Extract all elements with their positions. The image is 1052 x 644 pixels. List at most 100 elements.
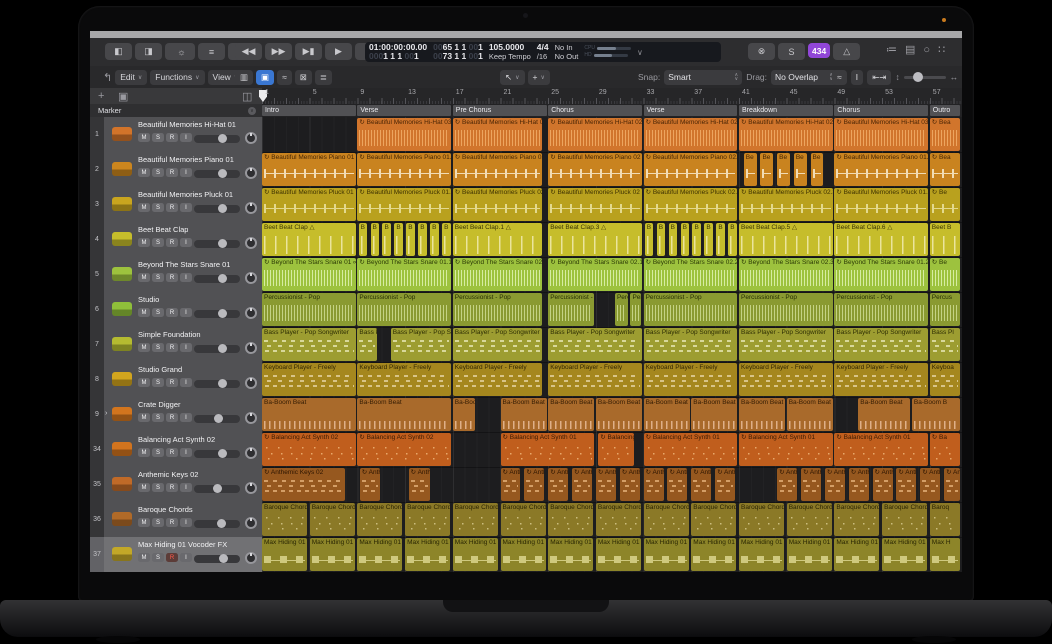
region[interactable]: Max Hiding 01 V: [787, 538, 832, 571]
region[interactable]: ↻ An: [944, 468, 960, 501]
region[interactable]: ↻ Beyond The Stars Snare 02.2: [644, 258, 738, 291]
region[interactable]: Percussionist - P: [548, 293, 594, 326]
region[interactable]: ↻ Anthe: [667, 468, 687, 501]
region[interactable]: Beet Beat Clap.1 △: [453, 223, 542, 256]
region[interactable]: Baroque Chords: [882, 503, 927, 536]
track-lane-2[interactable]: ↻ Beautiful Memories Piano 01↻ Beautiful…: [262, 152, 962, 188]
region[interactable]: ↻ Beyond The Stars Snare 01.2: [834, 258, 928, 291]
pan-knob[interactable]: [245, 342, 257, 354]
mute-button[interactable]: M: [138, 343, 150, 352]
record-enable-button[interactable]: R: [166, 238, 178, 247]
region[interactable]: ↻ Beautiful Memories Piano 02.2: [644, 153, 738, 186]
note-pads-icon[interactable]: ▤: [905, 43, 915, 56]
track-header-2[interactable]: 2Beautiful Memories Piano 01MSRI: [90, 152, 262, 188]
track-lane-35[interactable]: ↻ Anthemic Keys 02↻ Anthe↻ Anthe↻ Anthe↻…: [262, 467, 962, 503]
region[interactable]: Keyboard Player - Freely: [453, 363, 542, 396]
solo-button[interactable]: S: [152, 483, 164, 492]
region[interactable]: Max Hiding 01 V: [739, 538, 784, 571]
input-monitor-button[interactable]: I: [180, 448, 192, 457]
region[interactable]: Percus: [930, 293, 961, 326]
mute-button[interactable]: M: [138, 168, 150, 177]
region[interactable]: Max Hiding 01 V: [453, 538, 498, 571]
region[interactable]: ↻ Anthe: [825, 468, 845, 501]
pan-knob[interactable]: [245, 167, 257, 179]
record-enable-button[interactable]: R: [166, 203, 178, 212]
track-lane-1[interactable]: ↻ Beautiful Memories Hi-Hat 03.1↻ Beauti…: [262, 117, 962, 153]
region[interactable]: Ba-Boom Beat: [739, 398, 785, 431]
region[interactable]: Ba-Boom Beat: [644, 398, 690, 431]
region[interactable]: Max Hiding 01 V: [405, 538, 450, 571]
region[interactable]: Percussionist - Pop: [834, 293, 928, 326]
play-button[interactable]: ▶: [325, 43, 352, 60]
arrangement-marker-verse[interactable]: Verse: [357, 105, 451, 117]
region[interactable]: Max Hiding 01 V: [644, 538, 689, 571]
arrangement-marker-breakdown[interactable]: Breakdown: [739, 105, 833, 117]
mute-button[interactable]: M: [138, 308, 150, 317]
region[interactable]: B: [442, 223, 451, 256]
region[interactable]: Ba-Boom B: [912, 398, 961, 431]
command-click-tool[interactable]: +∨: [528, 70, 550, 85]
region[interactable]: B: [681, 223, 690, 256]
track-lane-8[interactable]: Keyboard Player - FreelyKeyboard Player …: [262, 362, 962, 398]
record-enable-button[interactable]: R: [166, 413, 178, 422]
pan-knob[interactable]: [245, 202, 257, 214]
region[interactable]: B: [728, 223, 737, 256]
region[interactable]: Beet Beat Clap.3 △: [548, 223, 642, 256]
inspector-icon[interactable]: ◨: [135, 43, 162, 60]
track-header-5[interactable]: 5Beyond The Stars Snare 01MSRI: [90, 257, 262, 293]
region[interactable]: ↻ Anthemic Keys 02: [262, 468, 345, 501]
mute-button[interactable]: M: [138, 553, 150, 562]
region[interactable]: ↻ Anthe: [572, 468, 592, 501]
track-lane-7[interactable]: Bass Player - Pop SongwriterBass PBass P…: [262, 327, 962, 363]
track-header-35[interactable]: 35Anthemic Keys 02MSRI: [90, 467, 262, 503]
input-monitor-button[interactable]: I: [180, 308, 192, 317]
pan-knob[interactable]: [245, 482, 257, 494]
region[interactable]: ↻ Anthe: [524, 468, 544, 501]
region[interactable]: Be: [811, 153, 824, 186]
volume-slider[interactable]: [194, 310, 240, 318]
solo-button[interactable]: S: [152, 133, 164, 142]
solo-button[interactable]: S: [778, 43, 805, 60]
waveform-zoom-icon[interactable]: ≈: [832, 70, 847, 85]
region[interactable]: Per: [630, 293, 640, 326]
input-monitor-button[interactable]: I: [180, 343, 192, 352]
forward-button[interactable]: ▶▶: [265, 43, 292, 60]
region[interactable]: ↻ Anthe: [849, 468, 869, 501]
pan-knob[interactable]: [245, 412, 257, 424]
region[interactable]: ↻ Anthe: [896, 468, 916, 501]
region[interactable]: ↻ Beautiful Memories Hi-Hat 03.2: [834, 118, 928, 151]
region[interactable]: Bass Player - Pop Songwriter: [453, 328, 542, 361]
add-track-button[interactable]: +: [98, 90, 104, 102]
input-monitor-button[interactable]: I: [180, 238, 192, 247]
arrangement-marker-chorus[interactable]: Chorus: [834, 105, 928, 117]
region[interactable]: ↻ Balancing Act Synth 02: [262, 433, 356, 466]
pan-knob[interactable]: [245, 447, 257, 459]
region[interactable]: Keyboard Player - Freely: [357, 363, 451, 396]
region[interactable]: ↻ Be: [930, 258, 961, 291]
metronome-button[interactable]: △: [833, 43, 860, 60]
region[interactable]: Baroque Chords: [596, 503, 641, 536]
arrangement-marker-intro[interactable]: Intro: [262, 105, 356, 117]
region[interactable]: Keyboard Player - Freely: [834, 363, 928, 396]
region[interactable]: Percussionist - Pop: [644, 293, 738, 326]
region[interactable]: Keyboard Player - Freely: [644, 363, 738, 396]
input-monitor-button[interactable]: I: [180, 413, 192, 422]
region[interactable]: ↻ Balancing Act Synth 01: [834, 433, 928, 466]
pan-knob[interactable]: [245, 552, 257, 564]
region[interactable]: ↻ Anthe: [691, 468, 711, 501]
mute-button[interactable]: M: [138, 483, 150, 492]
region[interactable]: ↻ Anthe: [801, 468, 821, 501]
region[interactable]: B: [704, 223, 713, 256]
region[interactable]: Baroq: [930, 503, 961, 536]
volume-slider[interactable]: [194, 520, 240, 528]
region[interactable]: B: [657, 223, 666, 256]
track-header-4[interactable]: 4Beet Beat ClapMSRI: [90, 222, 262, 258]
solo-button[interactable]: S: [152, 273, 164, 282]
input-monitor-button[interactable]: I: [180, 168, 192, 177]
snap-dropdown[interactable]: Smart∧∨: [664, 70, 742, 85]
region[interactable]: ↻ Anthe: [596, 468, 616, 501]
region[interactable]: Baroque Chords: [405, 503, 450, 536]
horizontal-auto-zoom-icon[interactable]: ⇤⇥: [867, 70, 891, 85]
region[interactable]: ↻ Anthe: [548, 468, 568, 501]
catch-playhead-icon[interactable]: ≣: [315, 70, 332, 85]
